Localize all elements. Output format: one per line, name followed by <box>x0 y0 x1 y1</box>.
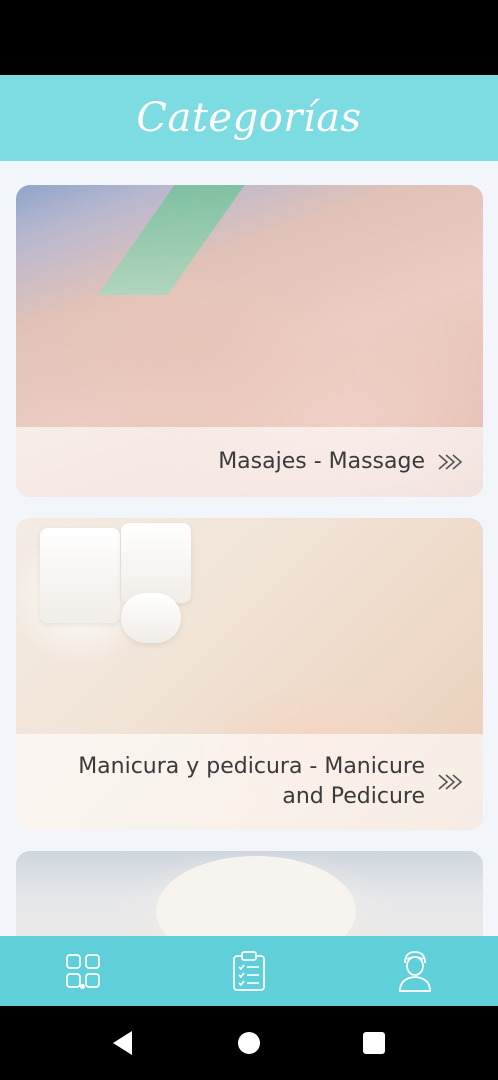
status-bar <box>0 0 498 75</box>
candle-decoration <box>121 593 181 643</box>
category-card-facial[interactable] <box>16 851 483 936</box>
nav-profile[interactable] <box>375 936 455 1006</box>
card-label-bar: Masajes - Massage <box>16 427 483 497</box>
candle-decoration <box>121 523 191 603</box>
recents-icon[interactable] <box>363 1032 385 1054</box>
card-image-facial <box>156 856 356 936</box>
double-chevron-right-icon <box>438 774 463 790</box>
page-title: Categorías <box>136 95 362 141</box>
category-card-manicure[interactable]: Manicura y pedicura - Manicure and Pedic… <box>16 518 483 830</box>
home-icon[interactable] <box>238 1032 260 1054</box>
back-icon[interactable] <box>112 1030 134 1056</box>
double-chevron-right-icon <box>438 454 463 470</box>
category-label: Manicura y pedicura - Manicure and Pedic… <box>78 753 425 809</box>
category-list[interactable]: Masajes - Massage Manicura y pedicura - … <box>0 161 498 936</box>
nav-appointments[interactable] <box>209 936 289 1006</box>
card-image-manicure <box>40 528 120 623</box>
nav-categories[interactable] <box>43 936 123 1006</box>
card-image-massage <box>97 185 245 295</box>
category-card-massage[interactable]: Masajes - Massage <box>16 185 483 497</box>
card-label-bar: Manicura y pedicura - Manicure and Pedic… <box>16 734 483 830</box>
app-header: Categorías <box>0 75 498 161</box>
bottom-navigation <box>0 936 498 1006</box>
user-icon <box>399 951 431 992</box>
clipboard-list-icon <box>233 951 265 991</box>
active-indicator <box>80 984 85 989</box>
category-label: Masajes - Massage <box>218 448 425 474</box>
